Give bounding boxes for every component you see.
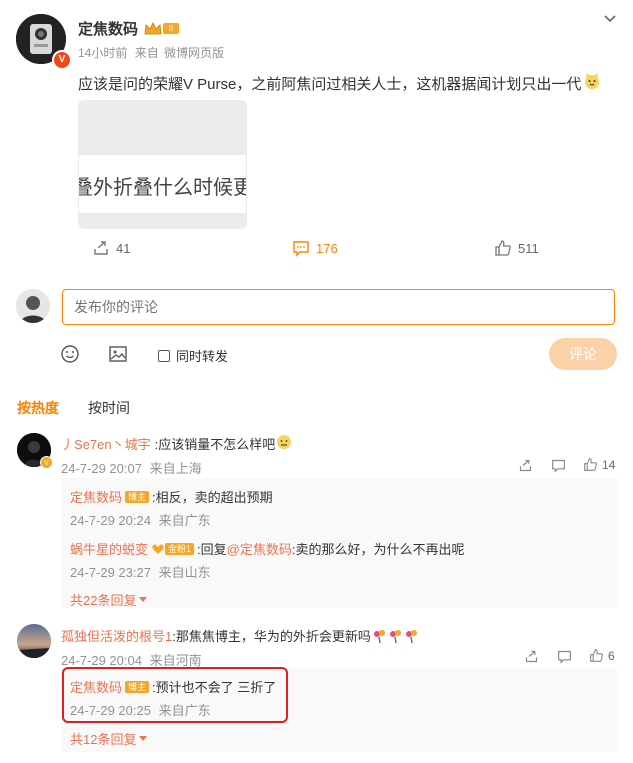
image-upload-button[interactable] xyxy=(108,344,128,367)
verified-badge-icon: V xyxy=(52,50,72,70)
comment-time: 24-7-29 20:07 xyxy=(61,461,142,476)
verified-badge-icon: v xyxy=(40,456,53,469)
repost-button[interactable]: 41 xyxy=(92,239,130,257)
thumbs-up-icon xyxy=(495,240,511,256)
comment-like-count: 6 xyxy=(608,648,615,663)
comment-count: 176 xyxy=(316,240,338,256)
reply-author[interactable]: 定焦数码 xyxy=(70,487,122,506)
post-image-text: 叠外折叠什么时候更新 xyxy=(78,175,246,199)
reply-author[interactable]: 定焦数码 xyxy=(70,677,122,696)
more-replies-link[interactable]: 共12条回复 xyxy=(70,729,148,748)
comment-author[interactable]: 丿Se7en丶城宇 xyxy=(61,434,151,453)
emoji-button[interactable] xyxy=(60,344,80,367)
comment-like-count: 14 xyxy=(602,457,616,472)
like-count: 511 xyxy=(518,240,539,256)
comment-input[interactable] xyxy=(72,290,596,324)
post-time: 14小时前 xyxy=(78,46,128,60)
submit-comment-button[interactable]: 评论 xyxy=(549,338,617,370)
post-author-name[interactable]: 定焦数码 xyxy=(78,18,138,39)
comment-repost-icon[interactable] xyxy=(524,649,539,667)
comment-button[interactable]: 176 xyxy=(292,239,338,257)
comment-text: :那焦焦博主，华为的外折会更新吗 xyxy=(172,629,371,644)
sort-hot-tab[interactable]: 按热度 xyxy=(17,398,59,418)
reply-text: :相反，卖的超出预期 xyxy=(152,490,273,505)
repost-count: 41 xyxy=(116,240,131,256)
comment-author[interactable]: 孤独但活泼的根号1 xyxy=(61,626,172,645)
comment-reply-icon[interactable] xyxy=(551,458,566,476)
more-replies-link[interactable]: 共22条回复 xyxy=(70,590,148,609)
caret-down-icon xyxy=(139,596,148,602)
cat-emoji-icon xyxy=(583,72,601,94)
my-avatar[interactable] xyxy=(16,289,50,323)
reply-source: 来自广东 xyxy=(158,703,211,718)
comment-text: :应该销量不怎么样吧 xyxy=(154,437,276,452)
blogger-badge: 博主 xyxy=(125,680,150,693)
reply-prefix: :回复 xyxy=(197,542,227,557)
reply-time: 24-7-29 23:27 xyxy=(70,565,151,580)
post-menu-chevron-icon[interactable] xyxy=(603,12,617,27)
like-button[interactable]: 511 xyxy=(494,239,539,257)
comment-avatar[interactable] xyxy=(17,624,51,658)
reply-author[interactable]: 蜗牛星的蜕变 xyxy=(70,539,148,558)
smiley-icon xyxy=(61,345,79,363)
thumbs-up-icon xyxy=(590,649,604,662)
post-text: 应该是问的荣耀V Purse，之前阿焦问过相关人士，这机器据闻计划只出一代 xyxy=(78,75,582,93)
post-source[interactable]: 微博网页版 xyxy=(164,46,224,60)
comment-source: 来自河南 xyxy=(149,653,202,668)
repost-icon xyxy=(94,241,108,255)
reply-source: 来自山东 xyxy=(158,565,211,580)
post-image[interactable]: 叠外折叠什么时候更新 xyxy=(78,100,247,229)
flowers-emoji-icon xyxy=(372,628,420,644)
comment-like-button[interactable]: 6 xyxy=(589,648,615,663)
comment-like-button[interactable]: 14 xyxy=(583,457,615,472)
post-source-prefix: 来自 xyxy=(134,46,159,60)
sort-time-tab[interactable]: 按时间 xyxy=(88,398,130,418)
sync-repost-label: 同时转发 xyxy=(176,349,229,364)
thumbs-up-icon xyxy=(584,458,598,471)
caret-down-icon xyxy=(139,735,148,741)
reply-time: 24-7-29 20:25 xyxy=(70,703,151,718)
fan-badge-icon: 金粉1 xyxy=(152,542,195,555)
reply-time: 24-7-29 20:24 xyxy=(70,513,151,528)
reply-mention-link[interactable]: @定焦数码 xyxy=(227,539,292,558)
blogger-badge: 博主 xyxy=(125,490,150,503)
reply-source: 来自广东 xyxy=(158,513,211,528)
reply-text: :预计也不会了 三折了 xyxy=(152,680,277,695)
comment-input-box[interactable] xyxy=(62,289,615,325)
reply-text: :卖的那么好，为什么不再出呢 xyxy=(291,542,465,557)
crown-icon: II xyxy=(144,21,180,36)
comment-time: 24-7-29 20:04 xyxy=(61,653,142,668)
comment-icon xyxy=(293,241,309,257)
submit-comment-label: 评论 xyxy=(569,346,597,362)
image-icon xyxy=(109,346,127,362)
sync-repost-checkbox[interactable] xyxy=(158,349,170,362)
awkward-emoji-icon xyxy=(276,434,292,453)
comment-source: 来自上海 xyxy=(149,461,202,476)
comment-reply-icon[interactable] xyxy=(557,649,572,667)
comment-repost-icon[interactable] xyxy=(518,458,533,476)
